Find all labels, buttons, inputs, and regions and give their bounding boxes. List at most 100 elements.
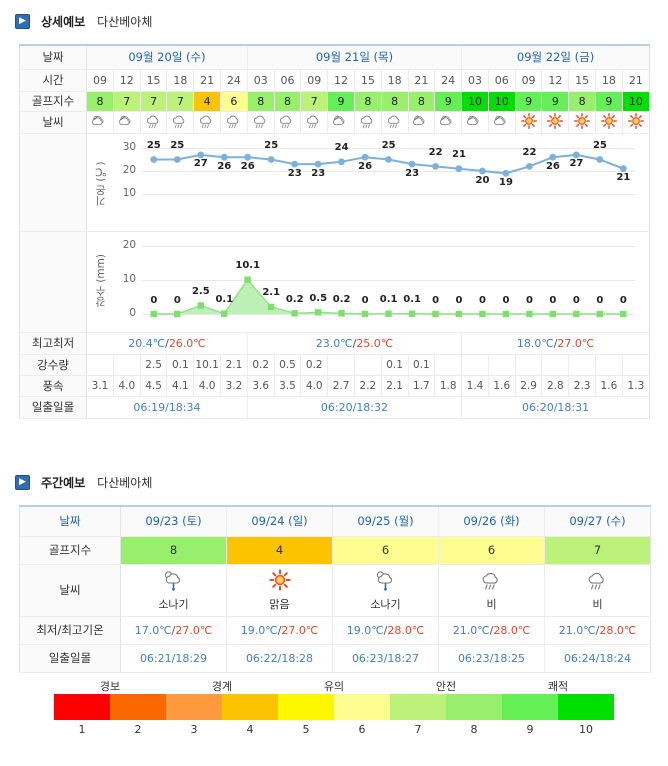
wind-cell: 2.9 <box>515 375 543 397</box>
sunny-icon <box>541 111 570 134</box>
legend-labels: 경보 경계 유의 안전 쾌적 <box>54 678 614 694</box>
rainfall-cell <box>595 354 623 376</box>
legend-numbers: 1 2 3 4 5 6 7 8 9 10 <box>54 723 614 739</box>
table-row-time: 시간 09 12 15 18 21 24 03 06 09 12 15 18 21 24 03 06 09 12 1… <box>19 69 650 92</box>
row-label-sun: 일출일몰 <box>19 644 121 673</box>
row-label-date: 날짜 <box>19 506 121 537</box>
legend-color-bar <box>54 694 614 720</box>
hour-cell: 18 <box>381 69 409 92</box>
partly-cloudy-icon <box>434 111 463 134</box>
legend-category-label: 경보 <box>99 680 121 693</box>
hour-cell: 12 <box>113 69 141 92</box>
data-label: 27 <box>569 158 584 170</box>
hour-cell: 06 <box>488 69 516 92</box>
rainfall-cell <box>622 354 650 376</box>
rainfall-cell: 0.5 <box>274 354 302 376</box>
rain-icon <box>140 111 168 134</box>
weekly-date-cell: 09/24 (일) <box>226 506 333 537</box>
data-label: 21 <box>452 149 466 161</box>
wind-cell: 1.8 <box>434 375 463 397</box>
legend-swatch <box>278 694 334 720</box>
table-row-rainfall-chart: 강수 (mm) 0 10 20 0 0 2.5 0.1 10.1 2.1 0.2 0.5 0.2 0 0.1… <box>19 231 650 333</box>
data-label: 25 <box>381 140 396 151</box>
legend-number: 5 <box>302 723 310 736</box>
sunrise-sunset-cell: 06:23/18:25 <box>438 644 545 673</box>
minmax-value: 18.0℃/27.0℃ <box>461 332 650 355</box>
data-label: 25 <box>170 140 185 151</box>
hour-cell: 21 <box>408 69 436 92</box>
sunrise-sunset-value: 06:20/18:31 <box>461 396 650 419</box>
hour-cell: 15 <box>140 69 168 92</box>
weekly-date-cell: 09/23 (토) <box>120 506 227 537</box>
table-row-temperature: 최저/최고기온 17.0℃/27.0℃ 19.0℃/27.0℃ 19.0℃/28.0… <box>19 616 651 645</box>
detail-forecast-table: 날짜 09월 20일 (수) 09월 21일 (목) 09월 22일 (금) 시… <box>19 44 650 419</box>
legend-number: 9 <box>526 723 534 736</box>
rain-icon <box>274 111 302 134</box>
rainfall-cell: 2.1 <box>220 354 248 376</box>
partly-cloudy-icon <box>488 111 516 134</box>
hour-cell: 21 <box>622 69 650 92</box>
data-label: 25 <box>264 140 279 151</box>
data-label: 0 <box>619 294 627 306</box>
table-row-date: 날짜 09/23 (토) 09/24 (일) 09/25 (월) 09/26 (화) 0… <box>19 506 651 537</box>
golf-index-cell: 9 <box>327 91 355 112</box>
chevron-right-icon: ▶ <box>15 13 30 29</box>
rainfall-cell <box>461 354 489 376</box>
sunny-icon <box>568 111 597 134</box>
weather-name: 비 <box>592 598 603 611</box>
wind-cell: 2.8 <box>541 375 570 397</box>
shower-icon: 소나기 <box>120 564 227 617</box>
rainfall-cell <box>86 354 114 376</box>
wind-cell: 3.6 <box>247 375 275 397</box>
data-label: 19 <box>499 176 513 188</box>
sunrise-sunset-value: 06:20/18:32 <box>247 396 463 419</box>
hour-cell: 09 <box>86 69 114 92</box>
rainfall-cell <box>515 354 543 376</box>
hour-cell: 03 <box>247 69 275 92</box>
weekly-forecast-table: 날짜 09/23 (토) 09/24 (일) 09/25 (월) 09/26 (화) 0… <box>19 505 651 673</box>
golf-index-cell: 4 <box>193 91 222 112</box>
golf-index-cell: 7 <box>140 91 168 112</box>
golf-index-cell: 7 <box>166 91 195 112</box>
day-header: 09월 22일 (금) <box>461 45 650 70</box>
rain-icon <box>193 111 222 134</box>
detail-forecast-header: ▶ 상세예보 다산베아체 <box>0 6 152 36</box>
rain-icon: 비 <box>544 564 651 617</box>
rainfall-chart: 강수 (mm) 0 10 20 0 0 2.5 0.1 10.1 2.1 0.2 0.5 0.2 0 0.1… <box>87 231 649 332</box>
golf-index-cell: 9 <box>541 91 570 112</box>
weather-name: 비 <box>486 598 497 611</box>
rainfall-cell <box>434 354 463 376</box>
data-label: 21 <box>616 172 631 184</box>
row-label-minmax: 최고최저 <box>19 332 88 355</box>
hour-cell: 24 <box>220 69 248 92</box>
row-label-weather: 날씨 <box>19 564 121 617</box>
rainfall-cell: 0.1 <box>381 354 409 376</box>
temperature-cell: 17.0℃/27.0℃ <box>120 616 227 645</box>
wind-cell: 1.6 <box>488 375 516 397</box>
temperature-cell: 21.0℃/28.0℃ <box>438 616 545 645</box>
partly-cloudy-icon <box>408 111 436 134</box>
legend-swatch <box>446 694 502 720</box>
wind-cell: 1.3 <box>622 375 650 397</box>
table-row-sun: 일출일몰 06:21/18:29 06:22/18:28 06:23/18:27 06… <box>19 644 651 673</box>
legend-category-label: 경계 <box>211 680 233 693</box>
data-label: 24 <box>334 142 349 154</box>
golf-index-cell: 10 <box>622 91 650 112</box>
golf-index-cell: 8 <box>381 91 409 112</box>
golf-index-legend: 경보 경계 유의 안전 쾌적 1 2 3 4 5 6 7 8 9 10 <box>0 678 668 739</box>
sunny-icon <box>595 111 623 134</box>
legend-number: 4 <box>246 723 254 736</box>
sunrise-sunset-cell: 06:21/18:29 <box>120 644 227 673</box>
row-label-temperature-chart <box>19 133 88 232</box>
weather-forecast-page: ▶ 상세예보 다산베아체 날짜 09월 20일 (수) 09월 21일 (목) … <box>0 0 668 766</box>
golf-index-cell: 8 <box>408 91 436 112</box>
table-row-sun: 일출일몰 06:19/18:34 06:20/18:32 06:20/18:31 <box>19 396 650 419</box>
row-label-wind: 풍속 <box>19 375 88 397</box>
weekly-forecast-title: 주간예보 <box>41 475 86 490</box>
legend-number: 3 <box>190 723 198 736</box>
data-label: 26 <box>240 160 255 172</box>
table-row-date: 날짜 09월 20일 (수) 09월 21일 (목) 09월 22일 (금) <box>19 45 650 70</box>
wind-cell: 1.6 <box>595 375 623 397</box>
rain-icon <box>300 111 329 134</box>
wind-cell: 2.7 <box>327 375 355 397</box>
